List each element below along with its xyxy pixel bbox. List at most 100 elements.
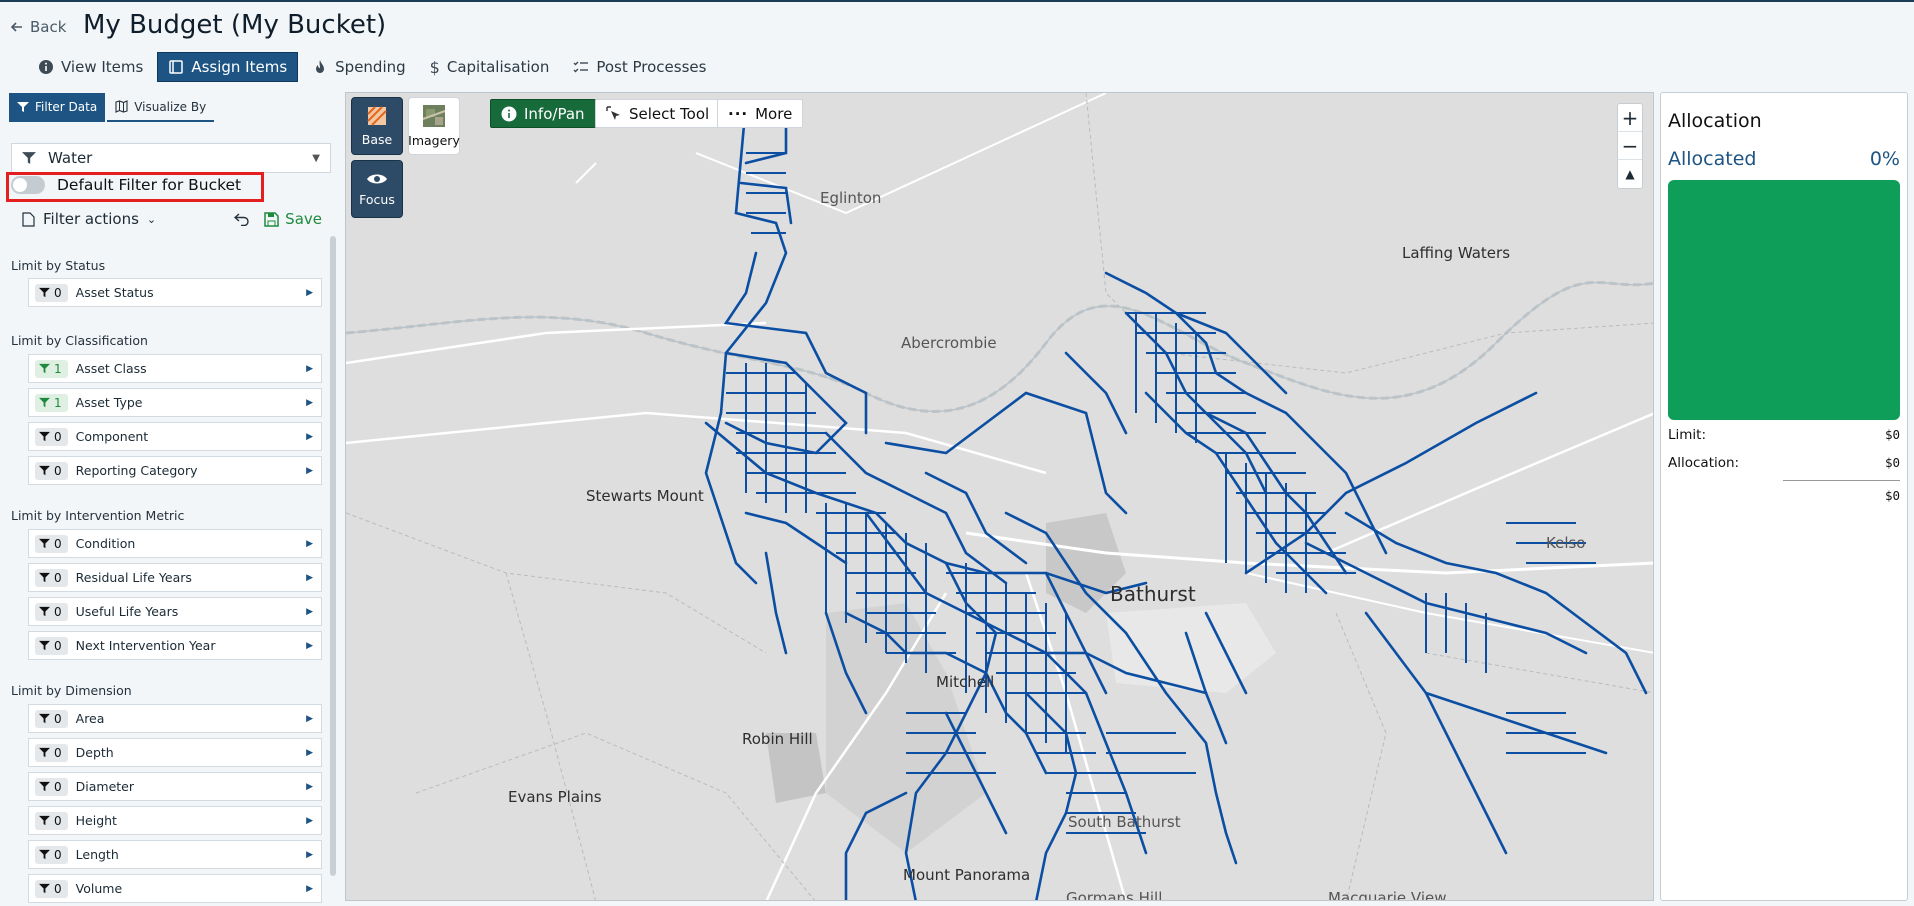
tab-view-items[interactable]: View Items xyxy=(28,52,153,82)
default-filter-label: Default Filter for Bucket xyxy=(57,176,242,194)
filter-row[interactable]: 0 Component ▶ xyxy=(28,422,322,451)
arrow-left-icon xyxy=(10,22,22,32)
filter-row[interactable]: 0 Reporting Category ▶ xyxy=(28,456,322,485)
filter-count-badge: 0 xyxy=(35,534,68,553)
filter-count: 0 xyxy=(54,779,62,794)
filter-row[interactable]: 0 Area ▶ xyxy=(28,704,322,733)
tab-assign-items[interactable]: Assign Items xyxy=(157,52,299,82)
eye-icon xyxy=(367,174,387,183)
info-icon xyxy=(501,106,517,121)
filter-count-badge: 0 xyxy=(35,283,68,302)
back-button[interactable]: Back xyxy=(10,18,66,36)
allocation-panel: Allocation Allocated 0% Limit: $0 Alloca… xyxy=(1660,92,1908,901)
place-label: Evans Plains xyxy=(508,788,602,806)
subtab-visualize-by[interactable]: Visualize By xyxy=(107,93,215,122)
filter-count-badge: 0 xyxy=(35,743,68,762)
remaining-row: $0 xyxy=(1668,488,1900,503)
filter-row[interactable]: 0 Volume ▶ xyxy=(28,874,322,903)
filter-select[interactable]: Water ▼ xyxy=(11,143,331,173)
filter-row[interactable]: 0 Residual Life Years ▶ xyxy=(28,563,322,592)
filter-row[interactable]: 0 Asset Status ▶ xyxy=(28,278,322,307)
place-label: Eglinton xyxy=(820,189,882,207)
filter-count: 0 xyxy=(54,711,62,726)
filter-row[interactable]: 0 Depth ▶ xyxy=(28,738,322,767)
place-label: Bathurst xyxy=(1110,582,1196,606)
allocation-label: Allocation: xyxy=(1668,455,1740,471)
filter-row-label: Asset Type xyxy=(75,395,143,410)
satellite-image-icon xyxy=(423,104,445,127)
more-button[interactable]: ··· More xyxy=(717,99,804,128)
map-view[interactable]: Base Imagery Focus Info/Pan Select Tool … xyxy=(345,92,1654,901)
filter-count-badge: 0 xyxy=(35,811,68,830)
top-border xyxy=(0,0,1914,2)
filter-count: 0 xyxy=(54,536,62,551)
filter-row[interactable]: 0 Diameter ▶ xyxy=(28,772,322,801)
filter-group-label: Limit by Dimension xyxy=(11,683,132,698)
filter-count-badge: 0 xyxy=(35,777,68,796)
caret-right-icon: ▶ xyxy=(306,606,313,617)
filter-row[interactable]: 1 Asset Class ▶ xyxy=(28,354,322,383)
filter-count-badge: 0 xyxy=(35,636,68,655)
imagery-layer-button[interactable]: Imagery xyxy=(408,97,460,155)
page-title: My Budget (My Bucket) xyxy=(83,10,387,40)
filter-row-label: Residual Life Years xyxy=(75,570,192,585)
focus-button[interactable]: Focus xyxy=(351,160,403,218)
filter-select-value: Water xyxy=(48,149,93,167)
caret-right-icon: ▶ xyxy=(306,538,313,549)
funnel-icon xyxy=(39,431,50,442)
save-button[interactable]: Save xyxy=(264,210,322,228)
tab-spending[interactable]: Spending xyxy=(302,52,416,82)
zoom-out-button[interactable]: − xyxy=(1618,132,1642,160)
caret-right-icon: ▶ xyxy=(306,572,313,583)
allocated-percent: 0% xyxy=(1869,148,1900,170)
place-label: Mitchell xyxy=(936,673,995,691)
base-layer-button[interactable]: Base xyxy=(351,97,403,155)
info-icon xyxy=(39,60,53,74)
funnel-icon xyxy=(39,606,50,617)
select-tool[interactable]: Select Tool xyxy=(595,99,721,128)
divider xyxy=(1783,480,1900,481)
undo-icon[interactable] xyxy=(234,212,250,226)
filter-row[interactable]: 1 Asset Type ▶ xyxy=(28,388,322,417)
filter-count-badge: 0 xyxy=(35,709,68,728)
tab-post-processes[interactable]: Post Processes xyxy=(563,52,716,82)
filter-row-label: Asset Status xyxy=(75,285,154,300)
filter-count-badge: 1 xyxy=(35,359,68,378)
caret-right-icon: ▶ xyxy=(306,781,313,792)
filter-row-label: Reporting Category xyxy=(75,463,198,478)
tab-capitalisation[interactable]: $ Capitalisation xyxy=(420,52,560,82)
filter-row[interactable]: 0 Height ▶ xyxy=(28,806,322,835)
filter-count-badge: 0 xyxy=(35,568,68,587)
filter-group-label: Limit by Intervention Metric xyxy=(11,508,185,523)
filter-row-label: Length xyxy=(75,847,119,862)
imagery-layer-label: Imagery xyxy=(408,132,460,148)
funnel-icon xyxy=(39,849,50,860)
filter-row[interactable]: 0 Condition ▶ xyxy=(28,529,322,558)
filter-row[interactable]: 0 Next Intervention Year ▶ xyxy=(28,631,322,660)
filter-row[interactable]: 0 Length ▶ xyxy=(28,840,322,869)
funnel-icon xyxy=(39,883,50,894)
dollar-icon: $ xyxy=(429,57,440,77)
filter-count-badge: 1 xyxy=(35,393,68,412)
toggle-knob xyxy=(13,178,27,192)
flame-icon xyxy=(316,60,325,73)
caret-right-icon: ▶ xyxy=(306,465,313,476)
subtab-filter-data[interactable]: Filter Data xyxy=(9,93,106,122)
sidebar-scrollbar[interactable] xyxy=(330,236,336,876)
filter-count: 1 xyxy=(54,395,62,410)
filter-sidebar: Filter Data Visualize By Water ▼ Default… xyxy=(0,90,338,906)
zoom-in-button[interactable]: + xyxy=(1618,104,1642,132)
caret-right-icon: ▶ xyxy=(306,815,313,826)
filter-row[interactable]: 0 Useful Life Years ▶ xyxy=(28,597,322,626)
compass-icon[interactable]: ▲ xyxy=(1618,160,1642,188)
zoom-controls: + − ▲ xyxy=(1617,103,1643,189)
allocation-title: Allocation xyxy=(1668,110,1762,132)
info-pan-tool[interactable]: Info/Pan xyxy=(490,99,596,128)
place-label: Kelso xyxy=(1546,534,1586,552)
caret-right-icon: ▶ xyxy=(306,431,313,442)
filter-count-badge: 0 xyxy=(35,602,68,621)
allocation-row: Allocation: $0 xyxy=(1668,455,1900,471)
filter-actions-button[interactable]: Filter actions ⌄ xyxy=(22,210,156,228)
caret-right-icon: ▶ xyxy=(306,713,313,724)
default-filter-toggle[interactable] xyxy=(11,176,45,194)
